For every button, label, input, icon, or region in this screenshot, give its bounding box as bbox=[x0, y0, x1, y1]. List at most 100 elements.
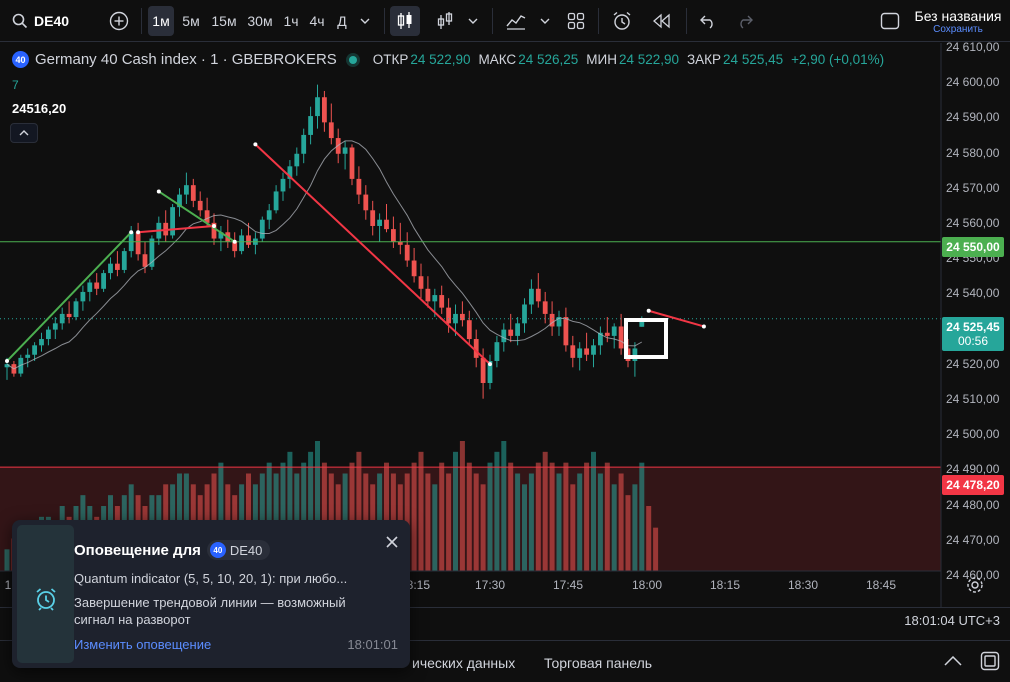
chart-type-dropdown-button[interactable] bbox=[464, 6, 482, 36]
low-value: 24 522,90 bbox=[618, 52, 680, 67]
candle-body bbox=[570, 345, 576, 358]
open-value: 24 522,90 bbox=[410, 52, 471, 67]
templates-button[interactable] bbox=[562, 6, 590, 36]
alert-symbol-chip[interactable]: 40 DE40 bbox=[206, 540, 271, 560]
trend-line-down-point bbox=[701, 324, 706, 329]
volume-bar bbox=[604, 462, 610, 571]
alert-button[interactable] bbox=[608, 6, 636, 36]
candle-body bbox=[184, 185, 189, 195]
time-tick-label: 18:30 bbox=[787, 578, 819, 592]
alert-notification[interactable]: Оповещение для 40 DE40 Quantum indicator… bbox=[12, 520, 410, 668]
interval-button-4[interactable]: 1ч bbox=[280, 6, 302, 36]
instrument-title[interactable]: Germany 40 Cash index · 1 · GBEBROKERS bbox=[35, 51, 337, 68]
tab-trading-panel[interactable]: Торговая панель bbox=[544, 655, 652, 671]
volume-bar bbox=[570, 484, 576, 571]
alert-symbol-badge: 40 bbox=[209, 542, 226, 558]
layout-name-block[interactable]: Без названия Сохранить bbox=[914, 8, 1002, 35]
compare-symbol-button[interactable] bbox=[106, 6, 132, 36]
grid-icon bbox=[567, 12, 585, 30]
candles-chart-type-button[interactable] bbox=[390, 6, 420, 36]
alarm-clock-icon bbox=[36, 588, 56, 611]
candle-body bbox=[52, 323, 58, 330]
candle-body bbox=[190, 185, 196, 201]
candle-body bbox=[273, 191, 279, 211]
candle-body bbox=[197, 200, 203, 211]
volume-bar bbox=[611, 484, 617, 571]
chevron-down-icon bbox=[360, 18, 370, 24]
indicators-button[interactable] bbox=[502, 6, 530, 36]
price-tick-label: 24 480,00 bbox=[946, 497, 1000, 512]
price-tick-label: 24 590,00 bbox=[946, 110, 1000, 125]
alert-icon-strip bbox=[17, 525, 74, 663]
open-label: ОТКР bbox=[372, 52, 409, 67]
change-value: +2,90 (+0,01%) bbox=[791, 52, 885, 67]
volume-bar bbox=[646, 506, 652, 571]
high-value: 24 526,25 bbox=[518, 52, 579, 67]
time-clock[interactable]: 18:01:04 UTC+3 bbox=[904, 613, 1000, 628]
indicators-icon bbox=[506, 15, 526, 30]
volume-bar bbox=[508, 462, 514, 571]
symbol-name: DE40 bbox=[34, 13, 70, 29]
layout-checkbox[interactable] bbox=[876, 6, 904, 36]
market-open-dot bbox=[348, 55, 357, 64]
candle-body bbox=[39, 339, 44, 346]
square-icon bbox=[880, 12, 900, 30]
interval-button-3[interactable]: 30м bbox=[244, 6, 276, 36]
save-status: Сохранить bbox=[933, 24, 983, 35]
close-value: 24 525,45 bbox=[723, 52, 784, 67]
alert-symbol: DE40 bbox=[229, 542, 263, 558]
trend-line-up-point bbox=[129, 230, 134, 235]
volume-bar bbox=[480, 484, 486, 571]
trend-line-misc-point bbox=[136, 230, 141, 235]
interval-button-0[interactable]: 1м bbox=[148, 6, 174, 36]
interval-button-5[interactable]: 4ч bbox=[306, 6, 328, 36]
interval-dropdown-button[interactable] bbox=[356, 6, 374, 36]
symbol-search-button[interactable]: DE40 bbox=[8, 6, 70, 36]
interval-button-2[interactable]: 15м bbox=[208, 6, 240, 36]
bar-countdown: 00:56 bbox=[957, 334, 989, 348]
candle-body bbox=[121, 251, 127, 270]
close-alert-button[interactable] bbox=[382, 532, 402, 552]
candle-body bbox=[611, 326, 617, 336]
volume-bar bbox=[591, 451, 596, 571]
edit-alert-link[interactable]: Изменить оповещение bbox=[74, 637, 211, 652]
trend-line-down-point bbox=[253, 142, 258, 147]
candle-body bbox=[294, 153, 300, 167]
price-tick-label: 24 470,00 bbox=[946, 532, 1000, 547]
volume-bar bbox=[653, 527, 659, 571]
candle-body bbox=[328, 122, 334, 139]
candle-body bbox=[349, 147, 355, 179]
interval-button-6[interactable]: Д bbox=[332, 6, 352, 36]
collapse-legend-button[interactable] bbox=[10, 123, 38, 143]
redo-button[interactable] bbox=[731, 6, 759, 36]
maximize-panel-button[interactable] bbox=[980, 651, 1002, 673]
instrument-badge: 40 bbox=[12, 51, 29, 68]
alert-condition: Quantum indicator (5, 5, 10, 20, 1): при… bbox=[74, 571, 348, 586]
chart-settings-button[interactable] bbox=[966, 576, 986, 596]
undo-button[interactable] bbox=[694, 6, 722, 36]
expand-panel-button[interactable] bbox=[944, 653, 966, 673]
bars-chart-type-button[interactable] bbox=[432, 6, 458, 36]
replay-button[interactable] bbox=[648, 6, 676, 36]
candle-body bbox=[301, 134, 307, 154]
candle-body bbox=[591, 345, 596, 355]
trend-line-misc-point bbox=[212, 223, 216, 228]
bars-icon bbox=[437, 12, 453, 29]
candle-body bbox=[108, 263, 113, 274]
candle-body bbox=[315, 97, 320, 117]
alarm-clock-icon bbox=[613, 11, 631, 30]
tab-historical-data[interactable]: ических данных bbox=[412, 655, 515, 671]
candle-body bbox=[446, 307, 451, 324]
indicators-dropdown-button[interactable] bbox=[536, 6, 554, 36]
chevron-down-icon bbox=[468, 18, 478, 24]
trend-line-misc-point bbox=[232, 239, 237, 244]
candle-body bbox=[266, 210, 272, 220]
candle-body bbox=[377, 219, 382, 226]
interval-button-1[interactable]: 5м bbox=[178, 6, 204, 36]
gear-icon bbox=[967, 577, 983, 593]
candle-body bbox=[501, 329, 507, 343]
trend-line-down-point bbox=[488, 362, 492, 367]
volume-bar bbox=[425, 473, 431, 571]
high-label: МАКС bbox=[478, 52, 517, 67]
candle-body bbox=[115, 263, 120, 270]
